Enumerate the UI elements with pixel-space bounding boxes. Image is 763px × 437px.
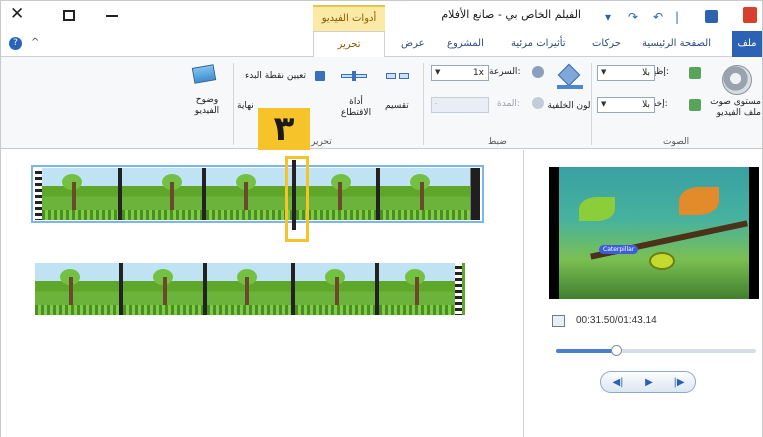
edit-group-label: تحرير <box>311 137 332 147</box>
clip-frame <box>35 263 119 315</box>
audio-group-label: الصوت <box>663 137 690 147</box>
clip-frame <box>207 263 291 315</box>
duration-field: - <box>431 97 489 113</box>
video-clip-1[interactable] <box>35 168 480 220</box>
window-title: الفيلم الخاص بي - صانع الأفلام <box>441 8 581 21</box>
clip-frame <box>42 168 118 220</box>
chevron-down-icon: - <box>435 100 438 108</box>
customize-qat-icon[interactable]: ▾ <box>605 10 611 24</box>
tab-home[interactable]: الصفحة الرئيسية <box>642 38 711 49</box>
seek-slider[interactable] <box>556 345 756 356</box>
duration-label: المدة: <box>497 99 520 109</box>
caterpillar-caption: Caterpillar <box>599 245 639 254</box>
chevron-down-icon: ▼ <box>601 100 607 108</box>
group-divider <box>591 63 592 145</box>
video-tools-context-tab: أدوات الفيديو <box>313 5 385 31</box>
preview-pane: Caterpillar 00:31.50/01:43.14 ◀| ▶ |▶ <box>523 150 762 437</box>
fullscreen-icon[interactable] <box>552 315 565 327</box>
maximize-icon[interactable] <box>63 10 75 21</box>
ribbon: مستوى صوت ملف الفيديو إظهار: ▼ بلا إخفاء… <box>1 57 762 149</box>
ribbon-tab-row: ? ^ تحرير عرض المشروع تأثيرات مرئية حركا… <box>1 31 762 57</box>
storyboard-pane <box>1 150 523 437</box>
speed-label: السرعة: <box>489 67 521 77</box>
movie-maker-window: ✕ أدوات الفيديو الفيلم الخاص بي - صانع ا… <box>0 0 763 437</box>
set-start-point-icon <box>315 71 325 81</box>
chevron-down-icon: ▼ <box>601 68 607 76</box>
video-frame-image: Caterpillar <box>559 167 749 299</box>
collapse-ribbon-icon[interactable]: ^ <box>31 37 39 48</box>
playback-controls: ◀| ▶ |▶ <box>600 371 696 393</box>
group-divider <box>233 63 234 145</box>
redo-icon[interactable]: ↷ <box>628 10 638 24</box>
clip-frame <box>379 263 455 315</box>
playhead-highlight-box <box>285 156 309 242</box>
tab-view[interactable]: عرض <box>401 38 425 49</box>
trim-tool-button[interactable]: أداة الاقتطاع <box>335 97 377 119</box>
fade-out-dropdown[interactable]: ▼ بلا <box>597 97 655 113</box>
tab-edit[interactable]: تحرير <box>313 31 385 57</box>
video-volume-button[interactable]: مستوى صوت ملف الفيديو <box>701 97 761 119</box>
tab-animations[interactable]: حركات <box>592 38 621 49</box>
clip-frame <box>206 168 292 220</box>
adjust-group-label: ضبط <box>488 137 507 147</box>
tab-project[interactable]: المشروع <box>447 38 484 49</box>
fade-in-dropdown[interactable]: ▼ بلا <box>597 65 655 81</box>
split-button[interactable]: تقسيم <box>385 101 409 111</box>
seek-slider-fill <box>556 349 616 353</box>
split-icon[interactable] <box>386 71 410 81</box>
current-time-total: 00:31.50/01:43.14 <box>576 315 657 326</box>
trim-tool-icon[interactable] <box>341 71 367 81</box>
clip-frame <box>123 263 203 315</box>
help-icon[interactable]: ? <box>9 37 22 50</box>
minimize-icon[interactable] <box>106 15 118 17</box>
video-clip-2[interactable] <box>35 263 465 315</box>
title-bar: ✕ أدوات الفيديو الفيلم الخاص بي - صانع ا… <box>1 1 762 31</box>
clip-frame <box>122 168 202 220</box>
film-sprockets <box>35 168 42 220</box>
undo-icon[interactable]: ↶ <box>653 10 663 24</box>
step-number-callout: ٣ <box>258 108 310 152</box>
video-stabilization-icon[interactable] <box>190 63 218 87</box>
app-icon <box>743 7 757 23</box>
speaker-icon[interactable] <box>722 65 752 95</box>
tab-file[interactable]: ملف <box>732 31 762 57</box>
save-icon[interactable] <box>705 10 718 23</box>
group-divider <box>423 63 424 145</box>
speed-icon <box>532 66 544 78</box>
clip-frame <box>295 263 375 315</box>
background-color-icon[interactable] <box>557 63 583 89</box>
fade-in-icon <box>689 67 701 79</box>
chevron-down-icon: ▼ <box>435 68 441 76</box>
set-end-point-button[interactable]: نهاية <box>237 101 254 111</box>
clip-frame <box>380 168 470 220</box>
video-stabilization-button[interactable]: وضوح الفيديو <box>187 95 227 117</box>
seek-slider-thumb[interactable] <box>611 345 622 356</box>
background-color-button[interactable]: لون الخلفية <box>547 101 591 112</box>
clip-end-handle[interactable] <box>470 168 480 220</box>
close-icon[interactable]: ✕ <box>10 4 24 24</box>
speed-dropdown[interactable]: ▼ 1x <box>431 65 489 81</box>
duration-icon <box>532 97 544 109</box>
separator-icon: | <box>675 10 680 24</box>
play-button[interactable]: ▶ <box>635 374 663 391</box>
video-preview[interactable]: Caterpillar <box>549 167 759 299</box>
previous-frame-button[interactable]: ◀| <box>604 374 632 391</box>
film-sprockets <box>455 263 462 315</box>
next-frame-button[interactable]: |▶ <box>665 374 693 391</box>
tab-visual-effects[interactable]: تأثيرات مرئية <box>511 38 566 49</box>
set-start-point-button[interactable]: تعيين نقطة البدء <box>245 71 306 81</box>
fade-out-icon <box>689 99 701 111</box>
